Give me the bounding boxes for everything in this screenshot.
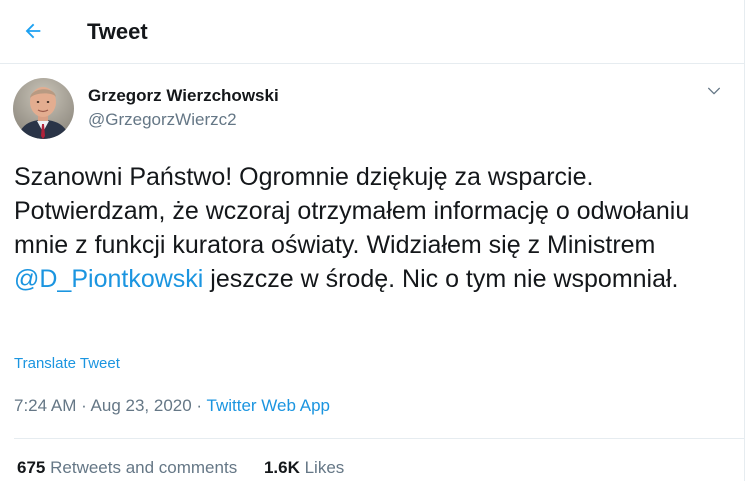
mention-link[interactable]: @D_Piontkowski bbox=[14, 265, 203, 293]
tweet-text: Szanowni Państwo! Ogromnie dziękuję za w… bbox=[14, 160, 734, 296]
tweet-page: Tweet Grzegorz Wierzchowski @GrzegorzWie… bbox=[0, 0, 745, 481]
retweets-stat[interactable]: 675 Retweets and comments bbox=[17, 457, 237, 479]
likes-count: 1.6K bbox=[263, 458, 300, 477]
retweets-count: 675 bbox=[17, 458, 46, 477]
meta-separator: · bbox=[76, 396, 91, 415]
page-header: Tweet bbox=[0, 0, 744, 64]
retweets-label: Retweets and comments bbox=[50, 458, 238, 477]
author-handle[interactable]: @GrzegorzWierzc2 bbox=[88, 110, 237, 130]
chevron-down-icon bbox=[708, 87, 720, 95]
tweet-source-link[interactable]: Twitter Web App bbox=[207, 396, 330, 415]
tweet-text-part-2: jeszcze w środę. Nic o tym nie wspomniał… bbox=[203, 265, 679, 293]
avatar[interactable] bbox=[13, 78, 74, 139]
author-name[interactable]: Grzegorz Wierzchowski bbox=[88, 86, 279, 106]
back-button[interactable] bbox=[14, 12, 52, 50]
divider bbox=[14, 438, 744, 439]
meta-separator-2: · bbox=[191, 396, 207, 415]
likes-label: Likes bbox=[304, 458, 345, 477]
more-options-button[interactable] bbox=[703, 80, 725, 102]
likes-stat[interactable]: 1.6K Likes bbox=[264, 457, 344, 479]
tweet-meta: 7:24 AM · Aug 23, 2020 · Twitter Web App bbox=[14, 395, 330, 417]
tweet-date[interactable]: Aug 23, 2020 bbox=[91, 396, 192, 415]
avatar-image bbox=[13, 78, 74, 139]
page-title: Tweet bbox=[87, 19, 148, 44]
arrow-left-icon bbox=[25, 23, 41, 39]
tweet-stats: 675 Retweets and comments 1.6K Likes bbox=[17, 457, 344, 479]
translate-tweet-link[interactable]: Translate Tweet bbox=[14, 355, 120, 373]
tweet-time[interactable]: 7:24 AM bbox=[14, 396, 76, 415]
tweet-text-part-1: Szanowni Państwo! Ogromnie dziękuję za w… bbox=[14, 163, 690, 259]
